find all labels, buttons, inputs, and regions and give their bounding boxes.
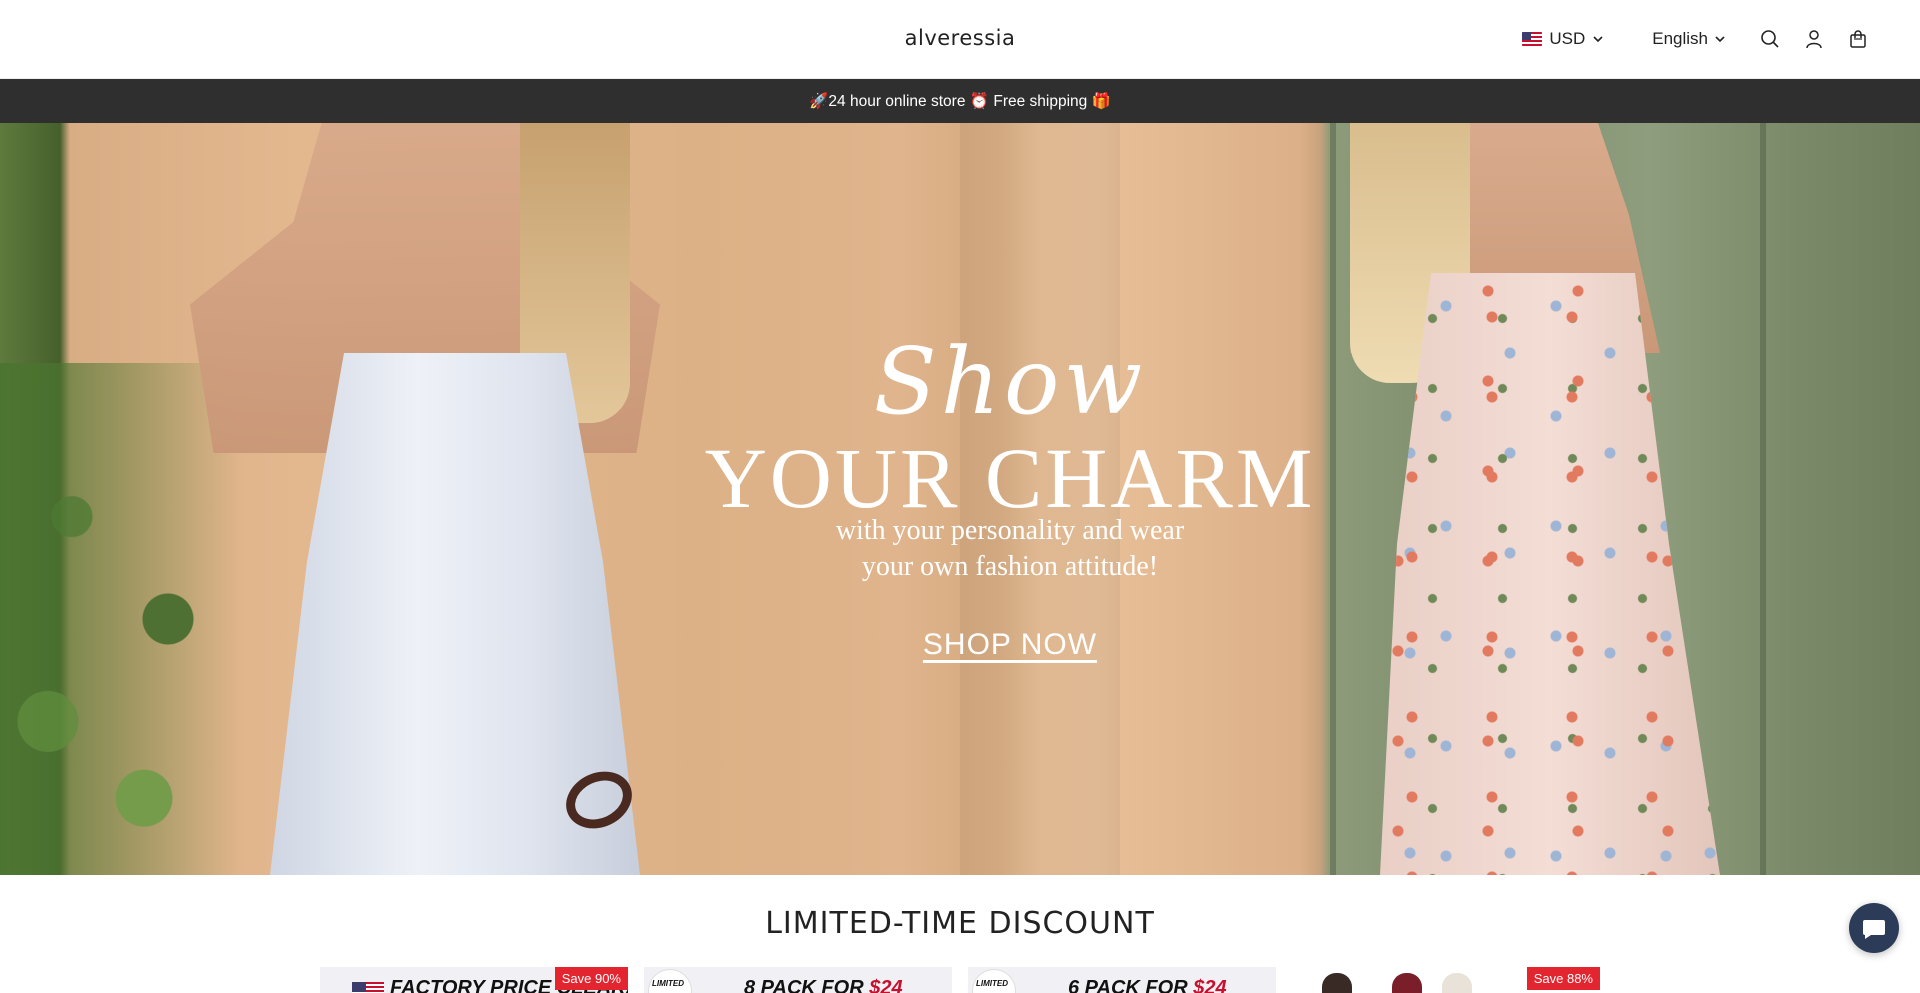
card-banner-text: 8 PACK FOR $24: [744, 977, 903, 993]
us-flag-icon: [352, 982, 384, 993]
model-thumbnail: [1442, 973, 1472, 993]
card-banner-label: 8 PACK FOR: [744, 977, 870, 993]
chevron-down-icon: [1715, 36, 1725, 43]
save-badge: Save 88%: [1526, 967, 1600, 990]
hero-text: Show YOUR CHARM with your personality an…: [660, 123, 1360, 875]
currency-selector[interactable]: USD: [1522, 29, 1604, 49]
door-line: [1760, 123, 1766, 875]
account-icon: [1806, 30, 1822, 49]
save-badge: Save 90%: [554, 967, 628, 990]
announcement-text: 🚀24 hour online store ⏰ Free shipping 🎁: [809, 92, 1111, 110]
product-card[interactable]: FACTORY PRICE CLEARA Save 90%: [320, 967, 628, 993]
product-card[interactable]: LIMITED 6 PACK FOR $24: [968, 967, 1276, 993]
limited-tag: LIMITED: [976, 979, 1008, 988]
cart-icon: [1850, 30, 1866, 48]
announcement-bar: 🚀24 hour online store ⏰ Free shipping 🎁: [0, 79, 1920, 123]
limited-tag: LIMITED: [652, 979, 684, 988]
card-banner-label: 6 PACK FOR: [1068, 977, 1194, 993]
hero-subtitle-line1: with your personality and wear: [835, 515, 1185, 546]
search-button[interactable]: [1748, 22, 1792, 56]
site-header: alveressia USD English: [0, 0, 1920, 79]
chat-button[interactable]: [1849, 903, 1899, 953]
cart-button[interactable]: [1836, 22, 1880, 56]
chat-icon: [1863, 920, 1885, 939]
model-thumbnail: [1392, 973, 1422, 993]
currency-label: USD: [1549, 29, 1586, 48]
floral-dress: [1380, 273, 1720, 875]
account-button[interactable]: [1792, 22, 1836, 56]
hero-subtitle: with your personality and wear your own …: [660, 513, 1360, 585]
hero-banner[interactable]: Show YOUR CHARM with your personality an…: [0, 123, 1920, 875]
product-card[interactable]: Save 88%: [1292, 967, 1600, 993]
hero-script-title: Show: [873, 328, 1147, 435]
hero-foliage: [0, 363, 240, 875]
search-icon: [1761, 30, 1779, 48]
hero-subtitle-line2: your own fashion attitude!: [861, 551, 1159, 582]
card-banner-price: $24: [869, 977, 903, 993]
us-flag-icon: [1522, 32, 1543, 46]
discount-title: LIMITED-TIME DISCOUNT: [765, 906, 1155, 941]
chevron-down-icon: [1593, 36, 1603, 43]
shop-now-link[interactable]: SHOP NOW: [923, 628, 1097, 661]
model-thumbnail: [1322, 973, 1352, 993]
language-selector[interactable]: English: [1652, 29, 1726, 49]
shop-now-button[interactable]: SHOP NOW: [660, 628, 1360, 662]
language-label: English: [1652, 29, 1708, 48]
card-banner-price: $24: [1193, 977, 1227, 993]
card-banner-text: 6 PACK FOR $24: [1068, 977, 1227, 993]
discount-cards: FACTORY PRICE CLEARA Save 90% LIMITED 8 …: [320, 967, 1600, 993]
header-actions: USD English: [1522, 22, 1880, 56]
product-card[interactable]: LIMITED 8 PACK FOR $24: [644, 967, 952, 993]
